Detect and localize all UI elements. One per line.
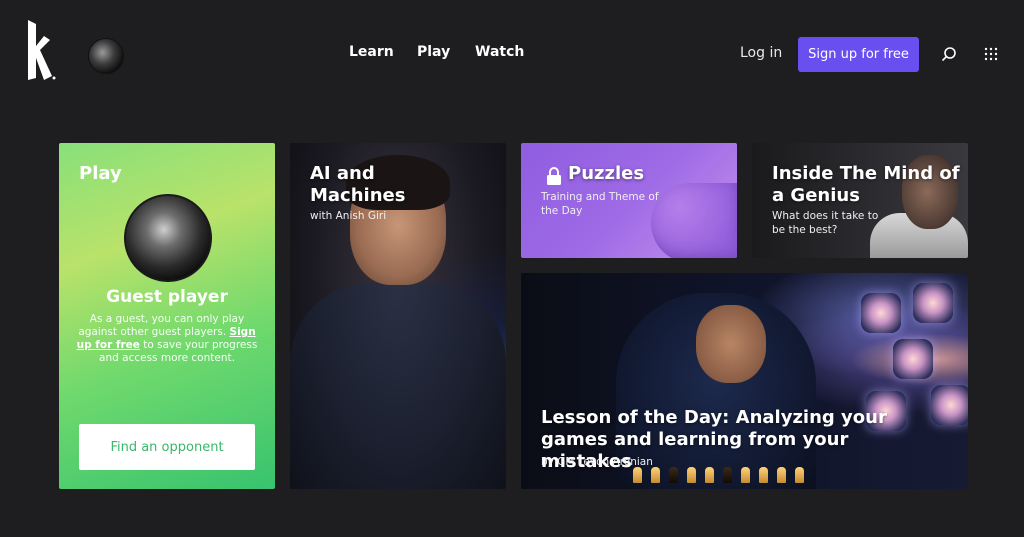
top-header: Learn Play Watch Log in Sign up for free bbox=[0, 0, 1024, 110]
ai-machines-card[interactable]: AI and Machines with Anish Giri bbox=[290, 143, 506, 489]
puzzles-card-subtitle: Training and Theme of the Day bbox=[541, 191, 659, 217]
play-card-title: Play bbox=[79, 163, 122, 184]
genius-card[interactable]: Inside The Mind of a Genius What does it… bbox=[752, 143, 968, 258]
play-card[interactable]: Play Guest player As a guest, you can on… bbox=[59, 143, 275, 489]
lesson-card-subtitle: by GM Levon Aronian bbox=[541, 456, 653, 468]
nav-play[interactable]: Play bbox=[417, 44, 450, 60]
guest-description: As a guest, you can only play against ot… bbox=[76, 313, 258, 364]
search-icon[interactable] bbox=[941, 46, 957, 62]
ai-card-title: AI and Machines bbox=[310, 163, 406, 206]
guest-name: Guest player bbox=[106, 287, 228, 307]
guest-avatar bbox=[124, 194, 212, 282]
avatar[interactable] bbox=[88, 38, 124, 74]
puzzle-piece-image bbox=[651, 183, 737, 258]
login-link[interactable]: Log in bbox=[740, 45, 782, 61]
logo-icon[interactable] bbox=[22, 18, 58, 82]
lesson-card[interactable]: Lesson of the Day: Analyzing your games … bbox=[521, 273, 968, 489]
find-opponent-button[interactable]: Find an opponent bbox=[79, 424, 255, 470]
signup-button[interactable]: Sign up for free bbox=[798, 37, 919, 72]
genius-card-title: Inside The Mind of a Genius bbox=[772, 163, 960, 206]
ai-card-subtitle: with Anish Giri bbox=[310, 210, 387, 222]
nav-learn[interactable]: Learn bbox=[349, 44, 394, 60]
lock-icon bbox=[547, 167, 561, 185]
card-photo bbox=[290, 283, 506, 489]
genius-card-subtitle: What does it take to be the best? bbox=[772, 210, 879, 236]
apps-grid-icon[interactable] bbox=[984, 47, 998, 61]
puzzles-card[interactable]: Puzzles Training and Theme of the Day bbox=[521, 143, 737, 258]
nav-watch[interactable]: Watch bbox=[475, 44, 524, 60]
puzzles-card-title: Puzzles bbox=[568, 163, 645, 184]
